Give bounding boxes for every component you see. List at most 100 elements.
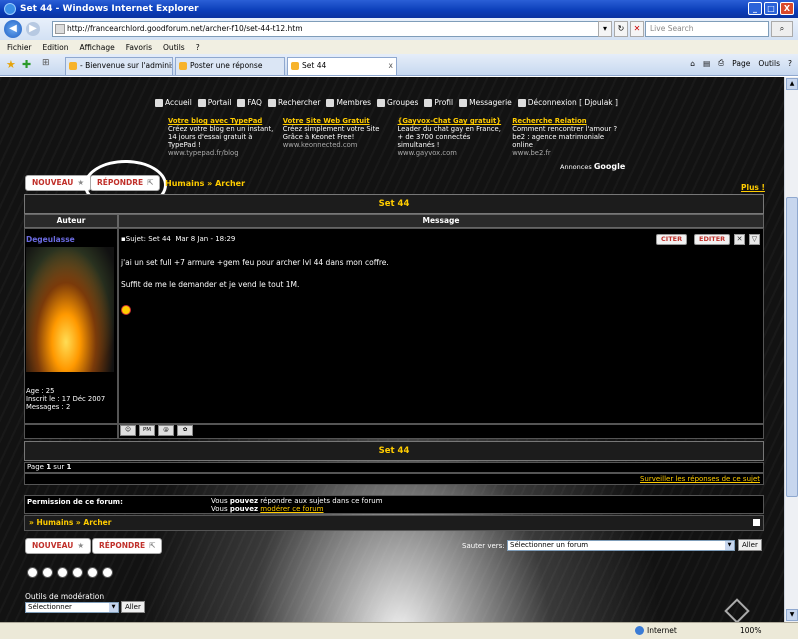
menu-favoris[interactable]: Favoris bbox=[126, 43, 152, 52]
add-favorite-icon[interactable]: ✚ bbox=[22, 58, 31, 71]
help-icon[interactable]: ? bbox=[788, 59, 792, 68]
menu-fichier[interactable]: Fichier bbox=[7, 43, 32, 52]
new-topic-button-bottom[interactable]: NOUVEAU ★ bbox=[25, 538, 92, 554]
favorites-star-icon[interactable]: ★ bbox=[6, 58, 16, 71]
menu-outils[interactable]: Outils bbox=[163, 43, 185, 52]
msn-icon[interactable]: ✿ bbox=[177, 425, 193, 436]
nav-label: Accueil bbox=[165, 98, 192, 107]
ad-block[interactable]: {Gayvox-Chat Gay gratuit} Leader du chat… bbox=[398, 117, 509, 157]
nav-profil[interactable]: Profil bbox=[424, 98, 453, 107]
page-menu[interactable]: Page bbox=[732, 59, 750, 68]
quote-button[interactable]: CITER bbox=[656, 234, 688, 245]
nav-accueil[interactable]: Accueil bbox=[155, 98, 192, 107]
nav-rechercher[interactable]: Rechercher bbox=[267, 98, 320, 107]
ip-icon[interactable]: ▽ bbox=[749, 234, 760, 245]
author-footer-cell bbox=[24, 424, 118, 439]
menu-affichage[interactable]: Affichage bbox=[79, 43, 114, 52]
page-total: 1 bbox=[66, 463, 72, 471]
ad-block[interactable]: Votre blog avec TypePad Créez votre blog… bbox=[168, 117, 279, 157]
home-icon bbox=[155, 98, 163, 107]
url-field[interactable]: http://francearchlord.goodforum.net/arch… bbox=[52, 21, 612, 37]
nav-portail[interactable]: Portail bbox=[197, 98, 232, 107]
close-button[interactable]: X bbox=[780, 2, 794, 15]
email-icon[interactable]: @ bbox=[158, 425, 174, 436]
tab-label: Poster une réponse bbox=[190, 61, 263, 70]
tab-admin[interactable]: - Bienvenue sur l'administrati... bbox=[65, 57, 173, 75]
delete-icon[interactable]: ✕ bbox=[734, 234, 745, 245]
ad-block[interactable]: Recherche Relation Comment rencontrer l'… bbox=[512, 117, 623, 157]
pm-icon[interactable]: PM bbox=[139, 425, 155, 436]
new-topic-button[interactable]: NOUVEAU ★ bbox=[25, 175, 92, 191]
moderation-go-button[interactable]: Aller bbox=[121, 601, 145, 613]
perm-word: pouvez bbox=[229, 497, 259, 505]
search-icon[interactable]: ⌕ bbox=[771, 21, 793, 37]
trash-topic-icon[interactable] bbox=[102, 567, 113, 578]
menu-help[interactable]: ? bbox=[196, 43, 200, 52]
nav-membres[interactable]: Membres bbox=[326, 98, 371, 107]
tab-favicon bbox=[179, 62, 187, 70]
tab-close-icon[interactable]: x bbox=[389, 58, 393, 74]
breadcrumb-bottom[interactable]: » Humains » Archer bbox=[29, 518, 111, 527]
logout-icon bbox=[517, 98, 526, 107]
dropdown-icon[interactable]: ▾ bbox=[598, 21, 612, 37]
page-current: 1 bbox=[46, 463, 52, 471]
ad-title[interactable]: Votre Site Web Gratuit bbox=[283, 117, 394, 125]
reply-button-bottom[interactable]: RÉPONDRE ⇱ bbox=[92, 538, 163, 554]
tab-label: Set 44 bbox=[302, 61, 327, 70]
merge-topic-icon[interactable] bbox=[87, 567, 98, 578]
nav-label: Portail bbox=[207, 98, 232, 107]
vertical-scrollbar[interactable]: ▲ ▼ bbox=[784, 77, 798, 622]
perm-word: Vous bbox=[211, 505, 228, 513]
button-label: NOUVEAU bbox=[32, 178, 74, 187]
ad-block[interactable]: Votre Site Web Gratuit Créez simplement … bbox=[283, 117, 394, 157]
address-bar: ◀ ▶ http://francearchlord.goodforum.net/… bbox=[0, 18, 798, 40]
tab-set-44[interactable]: Set 44 x bbox=[287, 57, 397, 75]
home-icon[interactable]: ⌂ bbox=[690, 59, 695, 68]
nav-label: Messagerie bbox=[469, 98, 512, 107]
menu-edition[interactable]: Edition bbox=[43, 43, 69, 52]
collapse-icon[interactable] bbox=[753, 519, 760, 526]
nav-deconnexion[interactable]: Déconnexion [ Djoulak ] bbox=[517, 98, 618, 107]
feeds-icon[interactable]: ▤ bbox=[703, 59, 710, 68]
google-ads: Votre blog avec TypePad Créez votre blog… bbox=[168, 117, 623, 157]
maximize-button[interactable]: □ bbox=[764, 2, 778, 15]
nav-messagerie[interactable]: Messagerie bbox=[459, 98, 512, 107]
delete-topic-icon[interactable] bbox=[27, 567, 38, 578]
scroll-down-icon[interactable]: ▼ bbox=[786, 609, 798, 621]
forward-button[interactable]: ▶ bbox=[26, 22, 40, 36]
edit-button[interactable]: EDITER bbox=[694, 234, 731, 245]
jump-select[interactable]: Sélectionner un forum ▼ bbox=[507, 540, 735, 551]
url-text: http://francearchlord.goodforum.net/arch… bbox=[67, 24, 303, 33]
ads-by-google[interactable]: Annonces Google bbox=[560, 162, 625, 171]
ad-title[interactable]: Votre blog avec TypePad bbox=[168, 117, 279, 125]
stop-icon[interactable]: ✕ bbox=[630, 21, 644, 37]
profile-icon[interactable]: ☺ bbox=[120, 425, 136, 436]
scroll-thumb[interactable] bbox=[786, 197, 798, 497]
breadcrumb[interactable]: Humains » Archer bbox=[165, 179, 245, 188]
minimize-button[interactable]: _ bbox=[748, 2, 762, 15]
print-icon[interactable]: ⎙ bbox=[718, 58, 724, 68]
zoom-level[interactable]: 100% bbox=[740, 626, 761, 635]
move-topic-icon[interactable] bbox=[42, 567, 53, 578]
nav-groupes[interactable]: Groupes bbox=[377, 98, 418, 107]
scroll-up-icon[interactable]: ▲ bbox=[786, 78, 798, 90]
post-author[interactable]: Degeulasse bbox=[26, 235, 75, 244]
search-input[interactable]: Live Search bbox=[645, 21, 769, 37]
nav-faq[interactable]: FAQ bbox=[237, 98, 262, 107]
tab-list-icon[interactable]: ⊞ bbox=[42, 58, 50, 68]
ad-title[interactable]: {Gayvox-Chat Gay gratuit} bbox=[398, 117, 509, 125]
tab-reply[interactable]: Poster une réponse bbox=[175, 57, 285, 75]
split-topic-icon[interactable] bbox=[72, 567, 83, 578]
ad-title[interactable]: Recherche Relation bbox=[512, 117, 623, 125]
refresh-icon[interactable]: ↻ bbox=[614, 21, 628, 37]
web-page: Accueil Portail FAQ Rechercher Membres G… bbox=[0, 77, 784, 622]
post-date: Mar 8 Jan - 18:29 bbox=[175, 235, 236, 243]
plus-link[interactable]: Plus ! bbox=[741, 183, 765, 192]
lock-topic-icon[interactable] bbox=[57, 567, 68, 578]
moderate-link[interactable]: modérer ce forum bbox=[260, 505, 323, 513]
jump-go-button[interactable]: Aller bbox=[738, 539, 762, 551]
watch-topic-link[interactable]: Surveiller les réponses de ce sujet bbox=[640, 475, 760, 483]
tools-menu[interactable]: Outils bbox=[758, 59, 780, 68]
moderation-select[interactable]: Sélectionner ▼ bbox=[25, 602, 119, 613]
back-button[interactable]: ◀ bbox=[4, 20, 22, 38]
